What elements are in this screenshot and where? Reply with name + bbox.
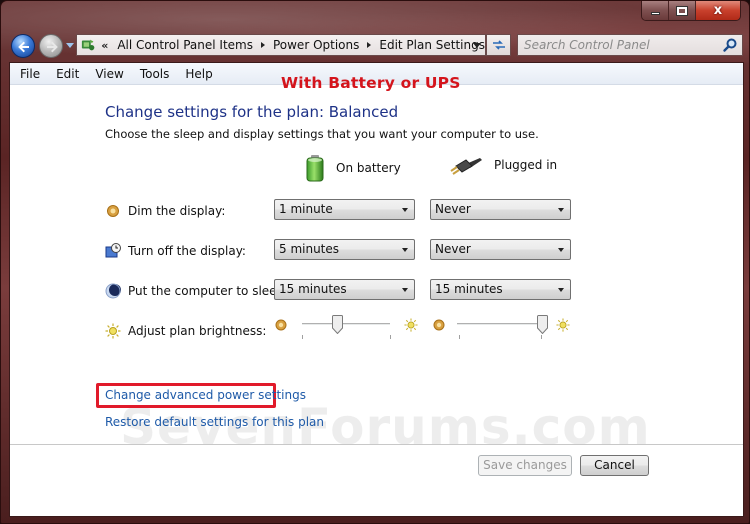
setting-row-dim-display: Dim the display: (105, 203, 225, 219)
maximize-button[interactable] (669, 1, 696, 20)
breadcrumb-separator-icon[interactable] (367, 42, 372, 48)
brightness-plugged-in-thumb[interactable] (536, 315, 548, 334)
close-button[interactable]: x (696, 1, 740, 20)
column-header-plugged-in: Plugged in (450, 154, 557, 176)
slider-tick (302, 335, 303, 339)
annotation-title: With Battery or UPS (281, 74, 461, 92)
sleep-on-battery-select[interactable]: 15 minutes (274, 279, 415, 300)
turn-off-display-plugged-in-select[interactable]: Never (430, 239, 571, 260)
breadcrumb-all-control-panel-items[interactable]: All Control Panel Items (117, 38, 253, 52)
address-bar[interactable]: « All Control Panel Items Power Options … (76, 34, 486, 56)
dim-brightness-icon (433, 319, 445, 331)
refresh-button[interactable] (486, 34, 511, 56)
sleep-moon-icon (105, 283, 121, 299)
minimize-button[interactable] (642, 1, 669, 20)
change-advanced-power-settings-link[interactable]: Change advanced power settings (105, 388, 306, 402)
setting-label: Turn off the display: (128, 244, 246, 258)
dim-brightness-icon (275, 319, 287, 331)
save-changes-button[interactable]: Save changes (478, 455, 572, 476)
menu-file[interactable]: File (12, 67, 48, 81)
brightness-on-battery-slider-group (274, 315, 420, 345)
restore-default-settings-link[interactable]: Restore default settings for this plan (105, 415, 324, 429)
search-input[interactable]: Search Control Panel (517, 34, 743, 56)
display-off-icon (105, 243, 121, 258)
bright-brightness-icon (556, 318, 570, 332)
slider-tick (459, 335, 460, 339)
brightness-plugged-in-slider-group (430, 315, 576, 345)
divider (10, 444, 743, 445)
menu-tools[interactable]: Tools (132, 67, 178, 81)
breadcrumb-edit-plan-settings[interactable]: Edit Plan Settings (379, 38, 485, 52)
search-placeholder: Search Control Panel (524, 38, 650, 52)
column-label-on-battery: On battery (336, 161, 401, 175)
breadcrumb-separator-icon[interactable] (260, 42, 265, 48)
client-area: File Edit View Tools Help With Battery o… (9, 62, 744, 517)
page-title: Change settings for the plan: Balanced (105, 103, 399, 121)
minimize-icon (650, 12, 660, 15)
slider-tick (541, 335, 542, 339)
close-icon: x (713, 3, 723, 18)
power-plug-icon (450, 158, 482, 175)
forward-button[interactable] (39, 34, 63, 58)
column-header-on-battery: On battery (304, 154, 401, 182)
refresh-icon (492, 40, 505, 50)
menu-view[interactable]: View (87, 67, 131, 81)
window-frame: x « All Control Panel Items Power Option… (0, 0, 750, 524)
column-label-plugged-in: Plugged in (494, 158, 558, 172)
breadcrumb-overflow[interactable]: « (101, 39, 108, 52)
back-arrow-icon (18, 41, 29, 53)
menu-edit[interactable]: Edit (48, 67, 87, 81)
recent-pages-dropdown[interactable] (66, 43, 74, 48)
battery-icon (306, 155, 324, 182)
setting-label: Adjust plan brightness: (128, 324, 267, 338)
setting-label: Dim the display: (128, 204, 226, 218)
maximize-icon (676, 5, 688, 16)
page-subtitle: Choose the sleep and display settings th… (105, 127, 539, 141)
sleep-plugged-in-select[interactable]: 15 minutes (430, 279, 571, 300)
forward-arrow-icon (47, 41, 58, 53)
address-dropdown-icon[interactable] (473, 43, 481, 48)
dim-display-on-battery-select[interactable]: 1 minute (274, 199, 415, 220)
back-button[interactable] (11, 34, 35, 58)
caption-buttons: x (641, 1, 741, 21)
brightness-plugged-in-track[interactable] (457, 323, 542, 326)
breadcrumb-power-options[interactable]: Power Options (273, 38, 359, 52)
setting-row-turn-off-display: Turn off the display: (105, 243, 246, 259)
menu-help[interactable]: Help (177, 67, 220, 81)
bright-brightness-icon (404, 318, 418, 332)
brightness-sun-icon (105, 323, 121, 339)
control-panel-icon (81, 39, 95, 51)
slider-tick (390, 335, 391, 339)
turn-off-display-on-battery-select[interactable]: 5 minutes (274, 239, 415, 260)
brightness-on-battery-track[interactable] (302, 323, 390, 326)
setting-row-brightness: Adjust plan brightness: (105, 323, 266, 339)
setting-label: Put the computer to sleep: (128, 284, 289, 298)
dim-display-icon (107, 205, 119, 217)
search-icon[interactable] (722, 37, 738, 53)
brightness-on-battery-thumb[interactable] (331, 315, 343, 334)
dim-display-plugged-in-select[interactable]: Never (430, 199, 571, 220)
setting-row-sleep: Put the computer to sleep: (105, 283, 288, 299)
cancel-button[interactable]: Cancel (580, 455, 649, 476)
navigation-bar: « All Control Panel Items Power Options … (9, 32, 743, 58)
